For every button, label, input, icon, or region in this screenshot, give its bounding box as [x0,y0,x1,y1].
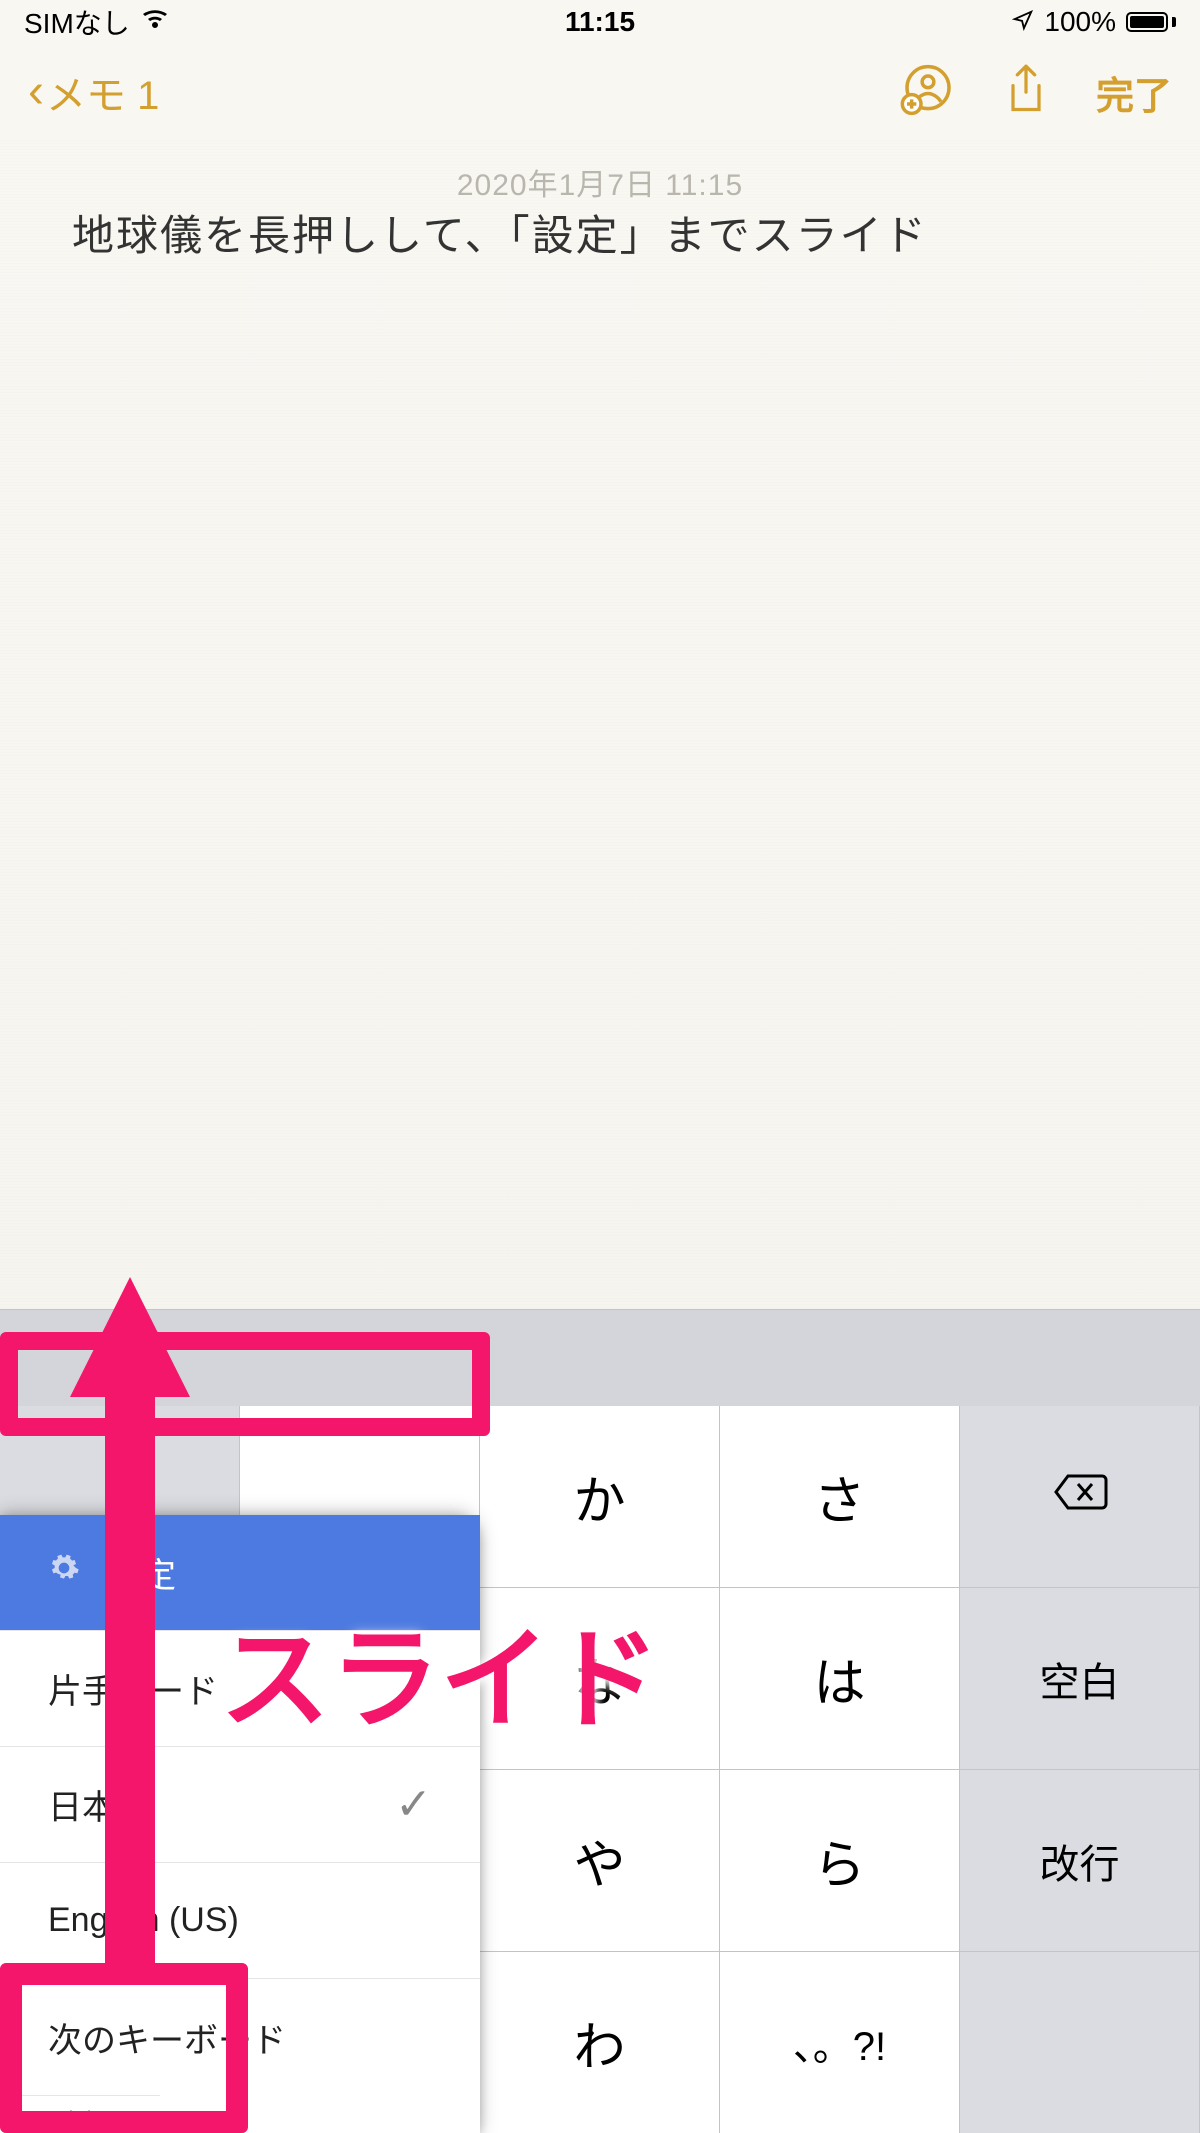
check-icon: ✓ [395,1779,432,1830]
key-sa[interactable]: さ [720,1406,960,1588]
collaborate-button[interactable] [900,62,956,123]
done-button[interactable]: 完了 [1096,65,1172,120]
key-wa[interactable]: わ [480,1952,720,2133]
note-editor[interactable]: 2020年1月7日 11:15 地球儀を長押しして、「設定」までスライド [0,140,1200,1500]
clock-text: 11:15 [565,6,635,38]
wifi-icon [140,6,170,38]
popup-settings-label: 設定 [108,1548,176,1597]
key-return[interactable]: 改行 [960,1770,1200,1952]
delete-icon [1052,1472,1108,1522]
popup-tail [0,2095,160,2133]
gear-icon [48,1552,80,1593]
battery-percent: 100% [1044,6,1116,38]
popup-japanese-label: 日本語 [48,1780,150,1829]
popup-onehand-label: 片手モード [48,1664,218,1713]
key-ya[interactable]: や [480,1770,720,1952]
keyboard: か さ な は 空白 や ら 改行 [0,1309,1200,2133]
key-ha[interactable]: は [720,1588,960,1770]
key-ka[interactable]: か [480,1406,720,1588]
popup-item-settings[interactable]: 設定 [0,1515,480,1631]
popup-item-english[interactable]: English (US) [0,1863,480,1979]
keyboard-switch-popup: 設定 片手モード 日本語 ✓ English (US) 次のキーボード [0,1515,480,2133]
back-label: メモ 1 [46,63,159,121]
chevron-left-icon: ‹ [28,68,44,116]
carrier-text: SIMなし [24,2,130,42]
popup-item-onehand[interactable]: 片手モード [0,1631,480,1747]
key-ra[interactable]: ら [720,1770,960,1952]
key-delete[interactable] [960,1406,1200,1588]
location-arrow-icon [1012,6,1034,38]
key-punct[interactable]: 、。?! [720,1952,960,2133]
popup-english-label: English (US) [48,1901,239,1940]
popup-item-japanese[interactable]: 日本語 ✓ [0,1747,480,1863]
note-date: 2020年1月7日 11:15 [457,160,743,204]
status-bar: SIMなし 11:15 100% [0,0,1200,44]
key-na[interactable]: な [480,1588,720,1770]
popup-next-label: 次のキーボード [48,2013,286,2062]
popup-item-next[interactable]: 次のキーボード [0,1979,480,2095]
keyboard-suggestion-bar[interactable] [0,1310,1200,1406]
key-space[interactable]: 空白 [960,1588,1200,1770]
share-button[interactable] [1004,64,1048,121]
battery-icon [1126,12,1176,32]
key-return-2[interactable] [960,1952,1200,2133]
back-button[interactable]: ‹ メモ 1 [28,63,159,121]
nav-bar: ‹ メモ 1 完了 [0,44,1200,140]
